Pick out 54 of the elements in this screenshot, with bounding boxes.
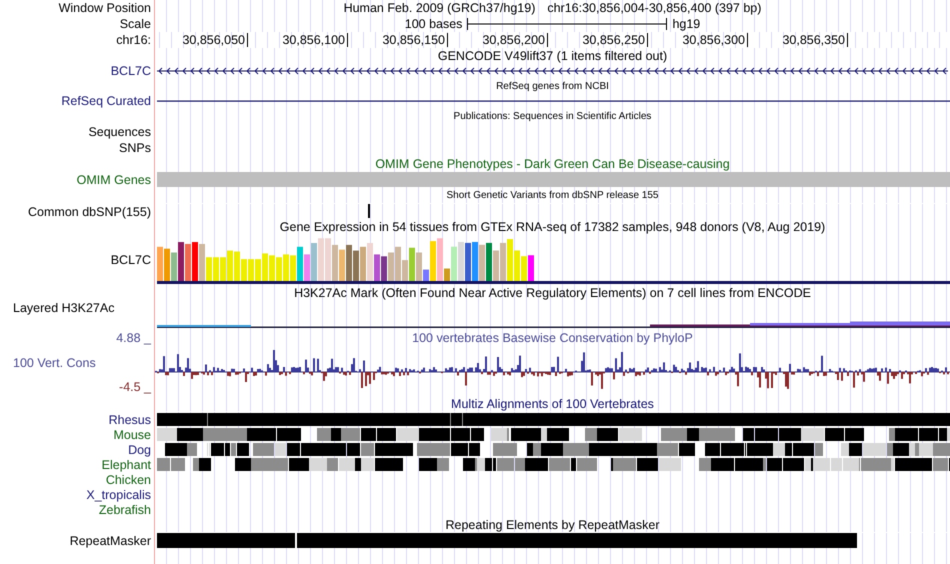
track-title: RefSeq genes from NCBI [496,80,609,92]
track-title: Repeating Elements by RepeatMasker [445,518,660,532]
gene-line[interactable] [157,100,950,102]
ruler-tick-label: 30,856,300 [682,33,745,47]
tick-mark [647,33,648,47]
expression-bars-drawing[interactable] [157,238,534,281]
ruler-tick-label: 30,856,100 [282,33,345,47]
conservation-bars-drawing[interactable] [155,350,950,389]
species-label[interactable]: X_tropicalis [86,488,151,502]
species-label[interactable]: Zebrafish [98,502,151,516]
position-text: chr16:30,856,004-30,856,400 (397 bp) [547,1,762,15]
track-label[interactable]: SNPs [119,141,151,155]
species-label[interactable]: Dog [128,442,151,456]
row-label: Window Position [0,0,155,16]
tick-mark [247,33,248,47]
axis-min-label: -4.5 _ [119,380,151,394]
scale-text: 100 bases [404,17,462,31]
species-label[interactable]: Chicken [106,472,151,486]
track-label[interactable]: BCL7C [110,253,151,267]
track-label[interactable]: Layered H3K27Ac [13,301,114,315]
track-title: H3K27Ac Mark (Often Found Near Active Regulatory Elements) on 7 cell lines from ENCODE [294,286,811,300]
species-label[interactable]: Rhesus [108,412,151,426]
tick-mark [747,33,748,47]
track-label[interactable]: RepeatMasker [70,534,151,548]
track-title: GENCODE V49lift37 (1 items filtered out) [438,49,668,63]
track-title: Gene Expression in 54 tissues from GTEx RNA-seq of 17382 samples, 948 donors (V8, Aug 2019) [280,220,826,234]
species-label[interactable]: Elephant [102,458,151,472]
row-label: chr16: [0,32,155,48]
track-label[interactable]: 100 Vert. Cons [13,356,96,370]
track-label[interactable]: Common dbSNP(155) [28,204,151,218]
axis-max-label: 4.88 _ [116,331,151,345]
row-label: Scale [0,16,155,32]
tick-mark [547,33,548,47]
track-label[interactable]: BCL7C [110,64,151,78]
track-title: Multiz Alignments of 100 Vertebrates [451,396,654,410]
gene-strand-drawing[interactable] [156,68,948,74]
track-title: OMIM Gene Phenotypes - Dark Green Can Be Disease-causing [375,157,730,171]
ruler-tick-label: 30,856,350 [782,33,845,47]
track-label[interactable]: RefSeq Curated [61,94,151,108]
track-title: Short Genetic Variants from dbSNP release 155 [446,190,658,201]
tick-mark [347,33,348,47]
track-title: 100 vertebrates Basewise Conservation by PhyloP [412,331,693,345]
track-label[interactable]: OMIM Genes [76,173,151,187]
tick-mark [447,33,448,47]
ruler-tick-label: 30,856,050 [182,33,245,47]
assembly-name: Human Feb. 2009 (GRCh37/hg19) [344,1,536,15]
tick-mark [847,33,848,47]
ruler-tick-label: 30,856,250 [582,33,645,47]
ruler-tick-label: 30,856,200 [482,33,545,47]
assembly-label: hg19 [672,17,700,31]
ruler-tick-label: 30,856,150 [382,33,445,47]
species-label[interactable]: Mouse [113,428,151,442]
track-title: Publications: Sequences in Scientific Articles [454,110,652,122]
track-label[interactable]: Sequences [88,125,151,139]
